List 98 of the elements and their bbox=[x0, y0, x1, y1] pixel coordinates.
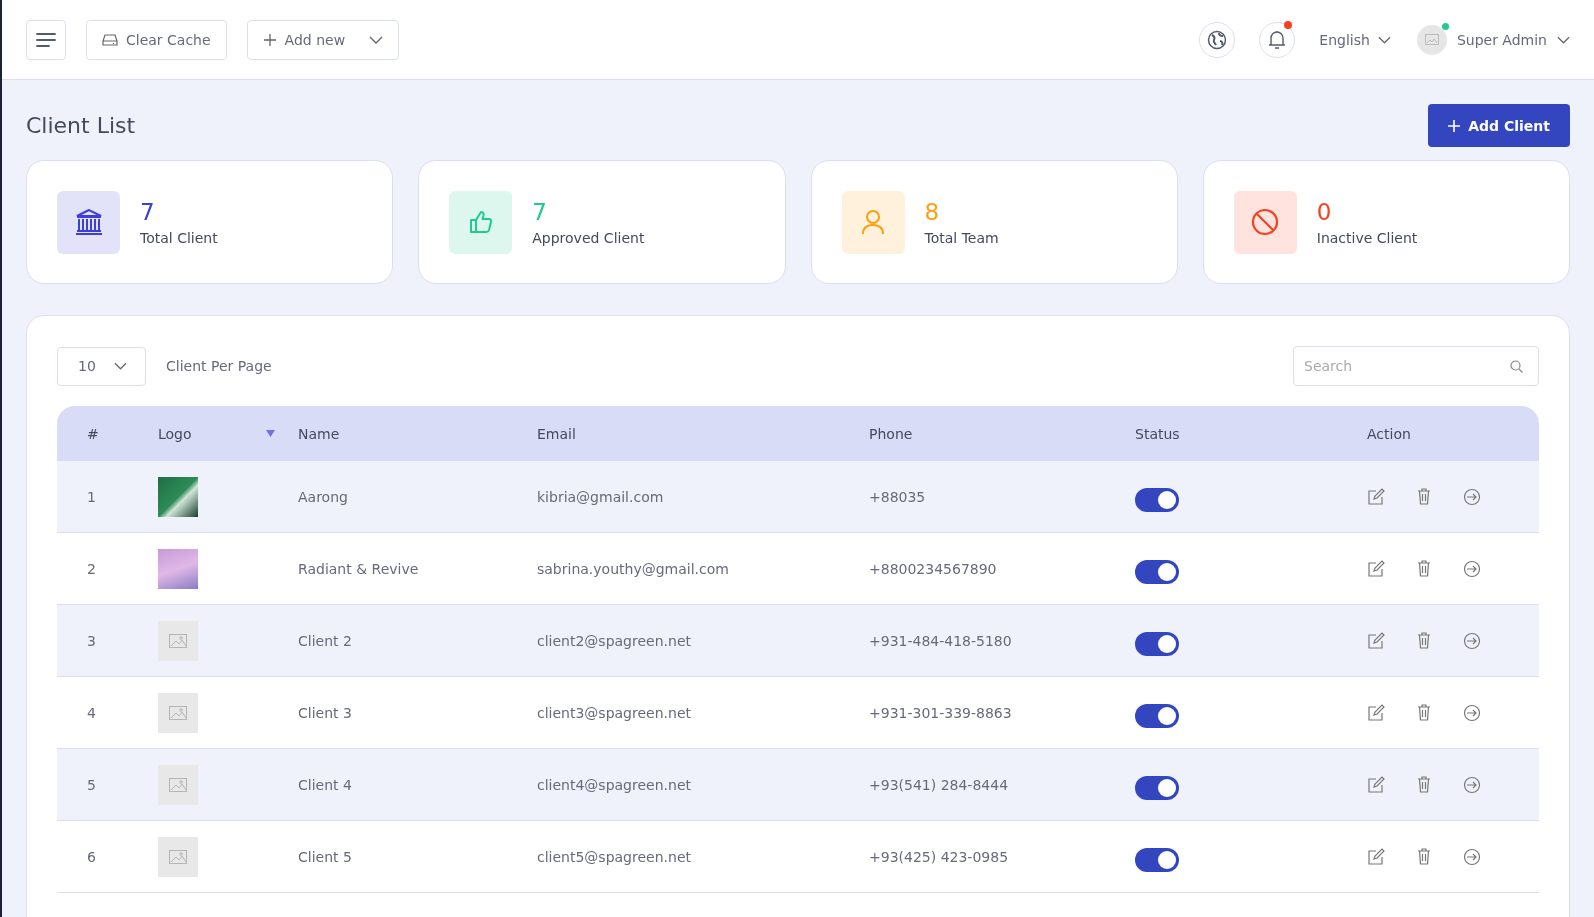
image-placeholder-icon bbox=[158, 692, 198, 733]
bank-icon bbox=[73, 208, 104, 236]
add-client-button[interactable]: Add Client bbox=[1428, 104, 1570, 147]
row-number: 4 bbox=[87, 704, 96, 721]
image-placeholder-icon bbox=[158, 764, 198, 805]
status-toggle[interactable] bbox=[1135, 847, 1179, 872]
row-number: 5 bbox=[87, 776, 96, 793]
column-header[interactable]: Email bbox=[537, 425, 576, 442]
globe-button[interactable] bbox=[1199, 21, 1236, 58]
client-phone: +93(425) 423-0985 bbox=[869, 848, 1009, 865]
column-header: Phone bbox=[869, 425, 913, 442]
user-menu[interactable]: Super Admin bbox=[1416, 24, 1570, 55]
row-number: 2 bbox=[87, 560, 96, 577]
status-toggle[interactable] bbox=[1135, 631, 1179, 656]
edit-icon[interactable] bbox=[1367, 631, 1385, 650]
trash-icon[interactable] bbox=[1417, 776, 1431, 793]
menu-button[interactable] bbox=[26, 19, 66, 60]
trash-icon[interactable] bbox=[1417, 848, 1431, 865]
chevron-down-icon bbox=[114, 362, 127, 370]
client-phone: +88035 bbox=[869, 488, 926, 505]
row-number: 6 bbox=[87, 848, 96, 865]
per-page-label: Client Per Page bbox=[166, 358, 272, 374]
globe-icon bbox=[1207, 29, 1228, 50]
stat-label: Approved Client bbox=[532, 230, 645, 246]
sort-down-icon[interactable] bbox=[266, 430, 275, 437]
client-name: Client 5 bbox=[298, 848, 352, 865]
edit-icon[interactable] bbox=[1367, 775, 1385, 794]
edit-icon[interactable] bbox=[1367, 487, 1385, 506]
image-placeholder-icon bbox=[1424, 34, 1439, 45]
client-name: Client 4 bbox=[298, 776, 352, 793]
client-name: Client 2 bbox=[298, 632, 352, 649]
stat-label: Total Team bbox=[924, 230, 999, 246]
client-name: Client 3 bbox=[298, 704, 352, 721]
login-icon[interactable] bbox=[1463, 775, 1481, 794]
login-icon[interactable] bbox=[1463, 487, 1481, 506]
column-header: Action bbox=[1367, 425, 1411, 442]
photo-placeholder bbox=[158, 476, 198, 517]
photo-placeholder bbox=[158, 548, 198, 589]
menu-icon bbox=[36, 31, 56, 48]
column-header[interactable]: Logo bbox=[158, 425, 192, 442]
stat-value: 7 bbox=[140, 198, 156, 226]
add-new-dropdown[interactable]: Add new bbox=[246, 19, 399, 60]
column-header: # bbox=[87, 425, 99, 442]
column-header: Status bbox=[1135, 425, 1180, 442]
stat-value: 0 bbox=[1316, 198, 1333, 226]
image-placeholder-icon bbox=[158, 836, 198, 877]
client-name: Radiant & Revive bbox=[298, 560, 419, 577]
client-email: client2@spagreen.net bbox=[537, 632, 691, 649]
client-phone: +931-301-339-8863 bbox=[869, 704, 1012, 721]
edit-icon[interactable] bbox=[1367, 847, 1385, 866]
clear-cache-button[interactable]: Clear Cache bbox=[86, 19, 227, 60]
drive-icon bbox=[102, 32, 118, 47]
plus-icon bbox=[262, 32, 277, 47]
status-toggle[interactable] bbox=[1135, 703, 1179, 728]
chevron-down-icon bbox=[1377, 35, 1391, 44]
login-icon[interactable] bbox=[1463, 847, 1481, 866]
notification-button[interactable] bbox=[1259, 21, 1296, 58]
edit-icon[interactable] bbox=[1367, 559, 1385, 578]
client-email: kibria@gmail.com bbox=[537, 488, 664, 505]
trash-icon[interactable] bbox=[1417, 488, 1431, 505]
client-email: client3@spagreen.net bbox=[537, 704, 691, 721]
client-phone: +8800234567890 bbox=[869, 560, 997, 577]
login-icon[interactable] bbox=[1463, 703, 1481, 722]
status-toggle[interactable] bbox=[1135, 559, 1179, 584]
prohibited-icon bbox=[1251, 208, 1280, 236]
bell-icon bbox=[1268, 29, 1287, 50]
chevron-down-icon bbox=[1557, 35, 1570, 44]
plus-icon bbox=[1448, 119, 1461, 132]
status-toggle[interactable] bbox=[1135, 775, 1179, 800]
client-email: client4@spagreen.net bbox=[537, 776, 691, 793]
client-phone: +931-484-418-5180 bbox=[869, 632, 1012, 649]
client-email: sabrina.youthy@gmail.com bbox=[537, 560, 729, 577]
person-icon bbox=[861, 209, 885, 235]
row-number: 3 bbox=[87, 632, 96, 649]
client-phone: +93(541) 284-8444 bbox=[869, 776, 1009, 793]
client-name: Aarong bbox=[298, 488, 348, 505]
stat-label: Inactive Client bbox=[1316, 230, 1418, 246]
edit-icon[interactable] bbox=[1367, 703, 1385, 722]
status-toggle[interactable] bbox=[1135, 487, 1179, 512]
stat-value: 7 bbox=[532, 198, 548, 226]
trash-icon[interactable] bbox=[1417, 632, 1431, 649]
chevron-down-icon bbox=[368, 35, 383, 44]
thumbs-up-icon bbox=[467, 209, 494, 235]
column-header: Name bbox=[298, 425, 340, 442]
image-placeholder-icon bbox=[158, 620, 198, 661]
language-dropdown[interactable]: English bbox=[1319, 31, 1391, 48]
row-number: 1 bbox=[87, 488, 96, 505]
stat-value: 8 bbox=[924, 198, 941, 226]
stat-label: Total Client bbox=[140, 230, 218, 246]
per-page-select[interactable]: 10 bbox=[57, 346, 146, 386]
client-email: client5@spagreen.net bbox=[537, 848, 691, 865]
trash-icon[interactable] bbox=[1417, 560, 1431, 577]
search-field[interactable]: Search bbox=[1293, 346, 1539, 386]
search-icon bbox=[1510, 360, 1523, 373]
page-title: Client List bbox=[26, 113, 136, 138]
trash-icon[interactable] bbox=[1417, 704, 1431, 721]
login-icon[interactable] bbox=[1463, 559, 1481, 578]
login-icon[interactable] bbox=[1463, 631, 1481, 650]
